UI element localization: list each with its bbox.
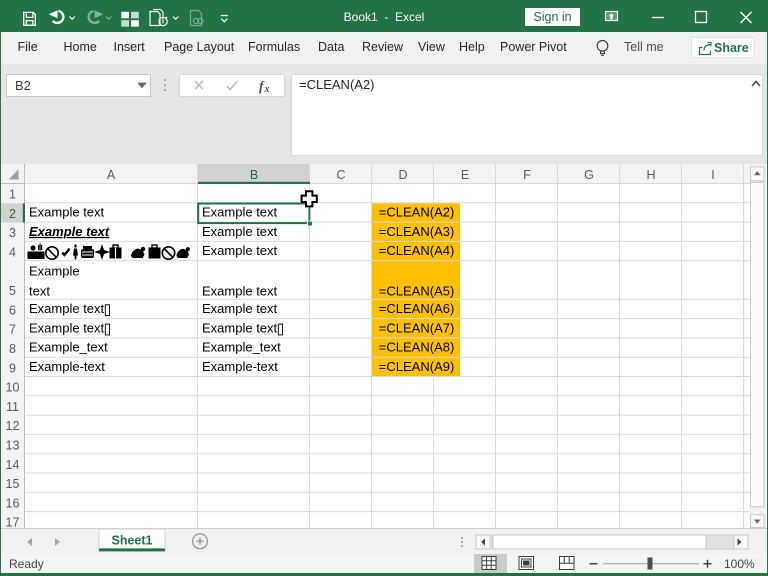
svg-text:Example_text: Example_text [29, 340, 108, 355]
svg-text:Example text: Example text [29, 301, 105, 316]
svg-text:x: x [264, 84, 270, 95]
svg-text:Example_text: Example_text [202, 340, 281, 355]
svg-text:=CLEAN(A2): =CLEAN(A2) [379, 205, 455, 220]
svg-text:=CLEAN(A8): =CLEAN(A8) [379, 340, 455, 355]
svg-text:I: I [711, 168, 714, 182]
svg-text:6: 6 [9, 303, 16, 317]
svg-text:Example-text: Example-text [202, 359, 278, 374]
svg-text:H: H [646, 168, 655, 182]
svg-text:Example text: Example text [202, 243, 278, 258]
svg-text:B: B [250, 168, 258, 182]
svg-text:F: F [523, 168, 531, 182]
svg-text:8: 8 [9, 342, 16, 356]
svg-text:9: 9 [9, 361, 16, 375]
svg-text:14: 14 [6, 458, 20, 472]
svg-text:Sheet1: Sheet1 [112, 533, 153, 547]
svg-text:3: 3 [9, 226, 16, 240]
svg-text:10: 10 [6, 381, 20, 395]
svg-text:=CLEAN(A5): =CLEAN(A5) [379, 284, 455, 299]
svg-text:Example text: Example text [202, 284, 278, 299]
svg-text:C: C [336, 168, 345, 182]
svg-text:=CLEAN(A3): =CLEAN(A3) [379, 224, 455, 239]
svg-text:Example text: Example text [29, 320, 105, 335]
svg-text:5: 5 [9, 284, 16, 298]
svg-text:=CLEAN(A9): =CLEAN(A9) [379, 359, 455, 374]
svg-text:4: 4 [9, 245, 16, 259]
svg-text:2: 2 [9, 207, 16, 221]
svg-text:text: text [29, 284, 50, 299]
svg-text:Example: Example [29, 264, 80, 279]
svg-text:=CLEAN(A6): =CLEAN(A6) [379, 301, 455, 316]
svg-text:17: 17 [6, 516, 20, 528]
svg-text:Example text: Example text [29, 205, 105, 220]
svg-text:Example text: Example text [202, 320, 278, 335]
svg-text:D: D [398, 168, 407, 182]
svg-text:Example text: Example text [202, 301, 278, 316]
svg-text:7: 7 [9, 323, 16, 337]
svg-text:G: G [584, 168, 594, 182]
svg-text:15: 15 [6, 477, 20, 491]
svg-text:16: 16 [6, 496, 20, 510]
svg-text:Example text: Example text [29, 224, 110, 239]
svg-text:=CLEAN(A7): =CLEAN(A7) [379, 320, 455, 335]
svg-text:1: 1 [9, 188, 16, 202]
svg-text:Example-text: Example-text [29, 359, 105, 374]
svg-text:12: 12 [6, 419, 20, 433]
svg-text:A: A [107, 168, 116, 182]
svg-text:Example text: Example text [202, 205, 278, 220]
svg-text:=CLEAN(A4): =CLEAN(A4) [379, 243, 455, 258]
svg-text:11: 11 [6, 400, 19, 414]
svg-text:E: E [461, 168, 469, 182]
svg-text:Example text: Example text [202, 224, 278, 239]
svg-text:13: 13 [6, 439, 20, 453]
